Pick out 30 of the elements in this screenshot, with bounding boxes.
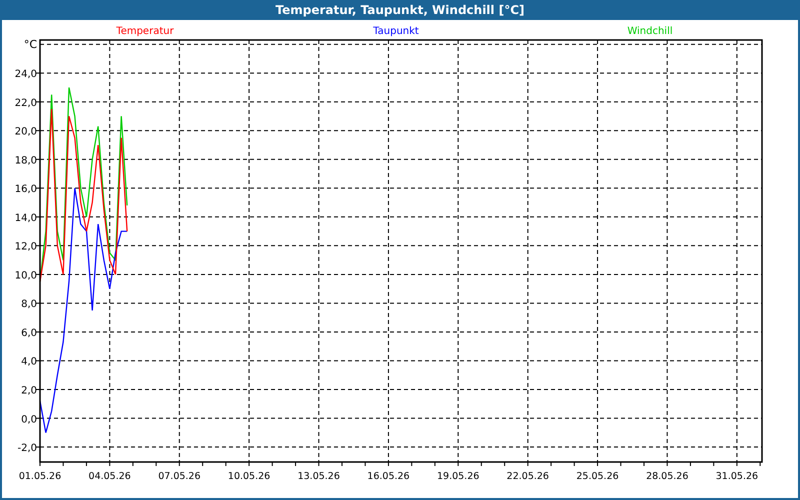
y-tick-label: 12,0 bbox=[14, 242, 37, 253]
y-tick-label: 0,0 bbox=[21, 414, 37, 426]
x-tick-label: 07.05.26 bbox=[158, 471, 201, 482]
legend-label: Taupunkt bbox=[373, 26, 419, 37]
x-tick-label: 22.05.26 bbox=[506, 471, 549, 482]
window-title: Temperatur, Taupunkt, Windchill [°C] bbox=[274, 2, 526, 19]
y-tick-label: 20,0 bbox=[14, 126, 37, 138]
x-tick-label: 28.05.26 bbox=[646, 471, 688, 482]
x-tick-label: 16.05.26 bbox=[367, 471, 410, 482]
y-tick-label: 24,0 bbox=[14, 69, 37, 80]
legend-label: Windchill bbox=[627, 26, 673, 37]
x-tick-label: 19.05.26 bbox=[437, 471, 480, 482]
x-tick-label: 01.05.26 bbox=[18, 471, 62, 482]
y-tick-label: 18,0 bbox=[14, 155, 37, 166]
y-tick-label: 10,0 bbox=[14, 270, 37, 282]
y-tick-label: 22,0 bbox=[14, 98, 37, 109]
legend-label: Temperatur bbox=[116, 26, 174, 37]
y-tick-label: 14,0 bbox=[14, 212, 37, 224]
y-tick-label: -2,0 bbox=[17, 443, 37, 454]
y-tick-label: 6,0 bbox=[21, 328, 37, 339]
x-tick-label: 04.05.26 bbox=[88, 471, 131, 482]
x-tick-label: 13.05.26 bbox=[298, 471, 340, 482]
y-tick-label: 8,0 bbox=[21, 299, 37, 310]
y-tick-label: 2,0 bbox=[21, 386, 37, 396]
y-tick-label: 16,0 bbox=[14, 184, 37, 196]
y-tick-label: 4,0 bbox=[21, 356, 37, 368]
x-tick-label: 31.05.26 bbox=[716, 471, 758, 482]
x-tick-label: 10.05.26 bbox=[228, 471, 270, 482]
x-tick-label: 25.05.26 bbox=[576, 471, 619, 482]
axis-unit-label: °C bbox=[24, 38, 37, 51]
